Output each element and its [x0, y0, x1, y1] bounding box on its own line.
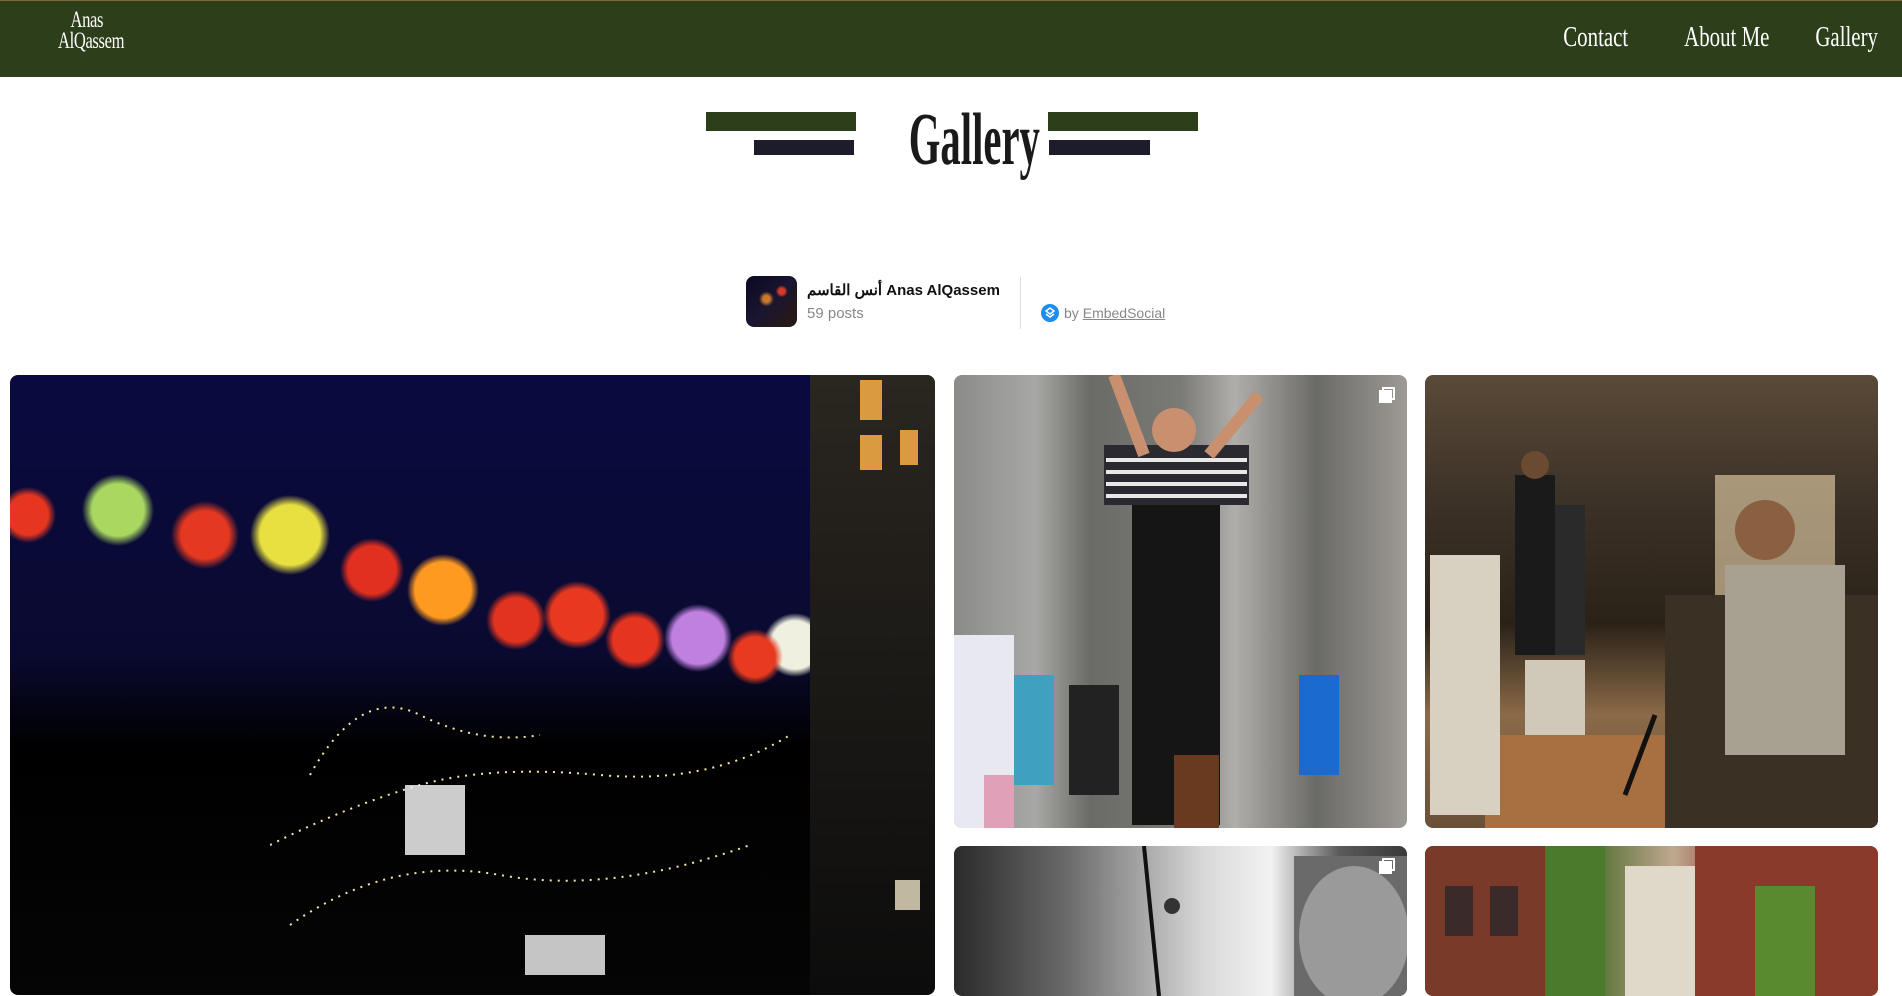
feed-profile: أنس القاسم Anas AlQassem 59 posts by Emb… [746, 276, 1165, 331]
musician-photo [1430, 451, 1878, 828]
avatar[interactable] [746, 276, 797, 327]
gallery-tile-lanterns[interactable] [10, 375, 935, 995]
alley-photo [1425, 846, 1878, 996]
main-nav: Contact About Me Gallery [1560, 21, 1878, 54]
gallery-tile-alley[interactable] [1425, 846, 1878, 996]
carousel-icon [1379, 387, 1395, 403]
embedsocial-icon [1040, 304, 1059, 322]
logo-line-1: Anas [70, 7, 104, 32]
gallery-tile-portrait[interactable] [954, 846, 1407, 996]
photo-detail [810, 375, 935, 995]
by-label: by [1063, 305, 1079, 321]
nav-contact[interactable]: Contact [1564, 21, 1629, 54]
site-logo[interactable]: Anas AlQassem [58, 7, 125, 53]
site-header: Anas AlQassem Contact About Me Gallery [0, 0, 1902, 77]
title-decor-bar-right-top [1048, 112, 1198, 131]
performer-photo [954, 375, 1339, 828]
profile-name[interactable]: أنس القاسم Anas AlQassem [807, 281, 1000, 299]
divider [1019, 277, 1021, 329]
page-title-section: Gallery [0, 100, 1902, 190]
gallery-tile-performer[interactable] [954, 375, 1407, 828]
profile-info: أنس القاسم Anas AlQassem 59 posts [807, 281, 1000, 331]
title-decor-bar-left-bottom [754, 140, 854, 155]
post-count: 59 posts [807, 305, 864, 322]
nav-gallery[interactable]: Gallery [1815, 21, 1878, 54]
nav-about-me[interactable]: About Me [1684, 21, 1769, 54]
title-decor-bar-right-bottom [1049, 140, 1150, 155]
powered-by: by EmbedSocial [1040, 295, 1166, 331]
string-lights [270, 706, 790, 975]
gallery-tile-musician[interactable] [1425, 375, 1878, 828]
title-decor-bar-left-top [706, 112, 856, 131]
carousel-icon [1379, 858, 1395, 874]
page-title: Gallery [908, 99, 1040, 181]
portrait-photo [1142, 846, 1407, 996]
embedsocial-link[interactable]: EmbedSocial [1083, 305, 1166, 321]
logo-line-2: AlQassem [58, 28, 125, 53]
